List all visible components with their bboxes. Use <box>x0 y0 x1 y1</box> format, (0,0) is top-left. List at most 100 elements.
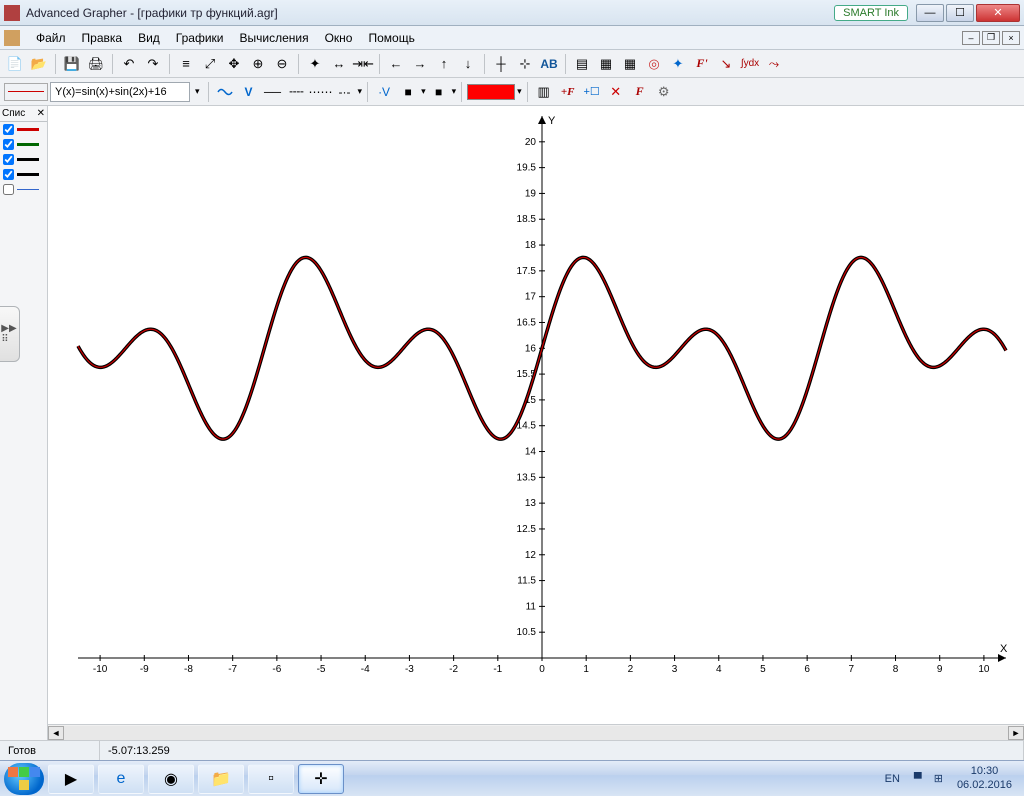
maximize-button[interactable]: ☐ <box>946 4 974 22</box>
line-dash-button[interactable]: ╌╌ <box>286 81 308 103</box>
scroll-down-button[interactable] <box>457 53 479 75</box>
legend-checkbox[interactable] <box>3 139 14 150</box>
line-dropdown[interactable]: ▾ <box>358 86 363 97</box>
smart-ink-badge[interactable]: SMART Ink <box>834 5 908 21</box>
marker-square-button[interactable]: ■ <box>397 81 419 103</box>
settings-button[interactable]: ⚙ <box>653 81 675 103</box>
list-icon <box>182 57 190 70</box>
legend-row[interactable] <box>0 122 47 137</box>
regression-button[interactable]: ⤳ <box>763 53 785 75</box>
tray-windows-icon[interactable]: ⊞ <box>928 772 949 785</box>
line-solid-button[interactable]: ── <box>262 81 284 103</box>
close-button[interactable]: ✕ <box>976 4 1020 22</box>
table-button[interactable] <box>595 53 617 75</box>
integral-button[interactable]: ∫ydx <box>739 53 761 75</box>
dup-func-button[interactable]: +☐ <box>581 81 603 103</box>
marker-none-button[interactable]: ·V <box>373 81 395 103</box>
task-advanced-grapher[interactable]: ✛ <box>298 764 344 794</box>
legend-checkbox[interactable] <box>3 169 14 180</box>
formula-dropdown[interactable]: ▾ <box>192 86 203 97</box>
color-swatch[interactable] <box>467 84 515 100</box>
print-button[interactable] <box>85 53 107 75</box>
mdi-minimize-button[interactable]: – <box>962 31 980 45</box>
scroll-right-arrow[interactable]: ► <box>1008 726 1024 740</box>
redo-button[interactable] <box>142 53 164 75</box>
task-ie[interactable]: e <box>98 764 144 794</box>
marker-fill-dropdown[interactable]: ▾ <box>452 86 457 97</box>
minimize-button[interactable]: — <box>916 4 944 22</box>
scroll-left-arrow[interactable]: ◄ <box>48 726 64 740</box>
list-button[interactable] <box>175 53 197 75</box>
color-dropdown[interactable]: ▾ <box>517 86 522 97</box>
intersect-button[interactable]: ✦ <box>667 53 689 75</box>
legend-row[interactable] <box>0 152 47 167</box>
save-button[interactable] <box>61 53 83 75</box>
legend-row[interactable] <box>0 137 47 152</box>
plot-area[interactable]: XY-10-9-8-7-6-5-4-3-2-101234567891010.51… <box>48 106 1024 740</box>
new-button[interactable] <box>4 53 26 75</box>
scroll-left-button[interactable] <box>385 53 407 75</box>
shrink-h-button[interactable]: ⇥⇤ <box>352 53 374 75</box>
menu-window[interactable]: Окно <box>317 29 361 47</box>
menu-view[interactable]: Вид <box>130 29 168 47</box>
menu-help[interactable]: Помощь <box>360 29 422 47</box>
tangent-button[interactable]: ↘ <box>715 53 737 75</box>
trace-icon: ◎ <box>648 57 659 70</box>
marker-fill-button[interactable]: ■ <box>428 81 450 103</box>
menu-calc[interactable]: Вычисления <box>231 29 316 47</box>
properties-button[interactable]: ▤ <box>571 53 593 75</box>
task-chrome[interactable]: ◉ <box>148 764 194 794</box>
center-button[interactable] <box>304 53 326 75</box>
expand-h-button[interactable]: ↔ <box>328 53 350 75</box>
style-v-button[interactable]: V <box>238 81 260 103</box>
marker-dropdown[interactable]: ▾ <box>421 86 426 97</box>
legend-checkbox[interactable] <box>3 154 14 165</box>
text-label-button[interactable]: AB <box>538 53 560 75</box>
calculator-button[interactable]: ▦ <box>619 53 641 75</box>
axes-button[interactable] <box>490 53 512 75</box>
legend-checkbox[interactable] <box>3 184 14 195</box>
delete-button[interactable] <box>605 81 627 103</box>
horizontal-scrollbar[interactable]: ◄ ► <box>48 724 1024 740</box>
menu-graphs[interactable]: Графики <box>168 29 232 47</box>
mdi-close-button[interactable]: × <box>1002 31 1020 45</box>
series-preview[interactable] <box>4 83 48 101</box>
legend-row[interactable] <box>0 182 47 197</box>
start-button[interactable] <box>4 763 44 795</box>
marker-fill-icon: ■ <box>435 85 442 99</box>
delete-icon <box>610 85 621 98</box>
menu-file[interactable]: Файл <box>28 29 74 47</box>
scroll-up-button[interactable] <box>433 53 455 75</box>
panel-close-button[interactable]: ✕ <box>37 108 45 119</box>
line-dashdot-button[interactable]: -·- <box>334 81 356 103</box>
mdi-restore-button[interactable]: ❐ <box>982 31 1000 45</box>
svg-text:12: 12 <box>525 550 537 561</box>
zoom-out-button[interactable] <box>271 53 293 75</box>
func-list-button[interactable]: F <box>629 81 651 103</box>
formula-input[interactable] <box>50 82 190 102</box>
side-tab-handle[interactable]: ▶▶⠿ <box>0 306 20 362</box>
fit-button[interactable] <box>199 53 221 75</box>
line-dot-button[interactable]: ⋯⋯ <box>310 81 332 103</box>
derivative-button[interactable]: F' <box>691 53 713 75</box>
task-explorer[interactable]: 📁 <box>198 764 244 794</box>
task-media-player[interactable]: ▶ <box>48 764 94 794</box>
open-button[interactable] <box>28 53 50 75</box>
menu-edit[interactable]: Правка <box>74 29 131 47</box>
crosshair-button[interactable]: ⊹ <box>514 53 536 75</box>
legend-checkbox[interactable] <box>3 124 14 135</box>
zoom-in-button[interactable] <box>247 53 269 75</box>
undo-button[interactable] <box>118 53 140 75</box>
add-graph-button[interactable]: ▥ <box>533 81 555 103</box>
trace-button[interactable]: ◎ <box>643 53 665 75</box>
tray-flag-icon[interactable]: ▀ <box>908 773 928 785</box>
tray-clock[interactable]: 10:30 06.02.2016 <box>949 765 1020 791</box>
style-wave-button[interactable] <box>214 81 236 103</box>
add-func-button[interactable]: +F <box>557 81 579 103</box>
scroll-right-button[interactable] <box>409 53 431 75</box>
svg-text:9: 9 <box>937 664 943 675</box>
tray-language[interactable]: EN <box>877 773 908 785</box>
legend-row[interactable] <box>0 167 47 182</box>
task-notebook[interactable]: ▫ <box>248 764 294 794</box>
pan-button[interactable] <box>223 53 245 75</box>
